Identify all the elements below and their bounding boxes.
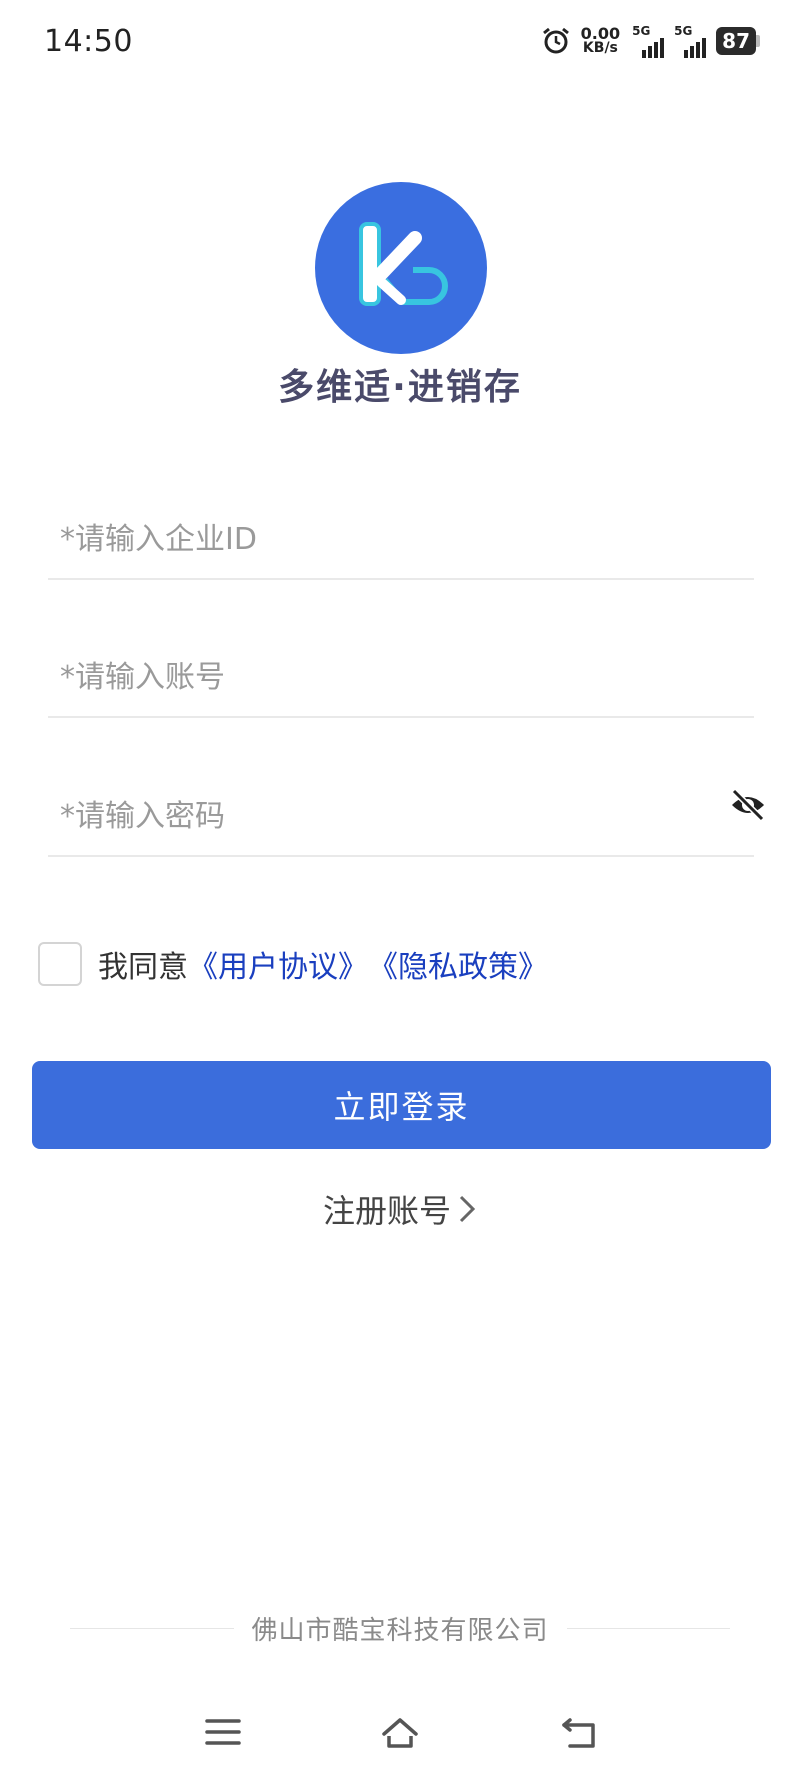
signal-sim1: 5G [632,24,665,58]
signal-sim2: 5G [674,24,707,58]
status-bar: 14:50 0.00 KB/s 5G 5G 87 [0,0,800,90]
password-field [48,775,765,857]
net-speed-unit: KB/s [582,40,618,56]
register-label: 注册账号 [322,1192,451,1230]
register-link[interactable]: 注册账号 [0,1186,800,1232]
footer-divider-right [566,1628,731,1629]
app-logo [315,182,487,354]
footer-divider-left [70,1628,234,1629]
net-speed: 0.00 KB/s [580,24,621,56]
app-title: 多维适·进销存 [278,367,522,408]
chevron-right-icon [459,1195,476,1223]
agreement-prefix: 我同意 [98,950,188,985]
battery-level: 87 [716,27,756,55]
agreement-checkbox[interactable] [38,942,82,986]
status-icons: 0.00 KB/s 5G 5G 87 [541,24,760,58]
sim2-network-type: 5G [674,24,693,38]
privacy-policy-link[interactable]: 《隐私政策》 [368,942,548,986]
company-id-field [48,498,754,580]
net-speed-value: 0.00 [580,24,621,43]
eye-off-icon[interactable] [728,785,768,825]
password-input[interactable] [58,787,682,845]
menu-icon[interactable] [203,1712,243,1752]
footer: 佛山市酷宝科技有限公司 [70,1610,731,1647]
back-icon[interactable] [560,1712,600,1752]
footer-company: 佛山市酷宝科技有限公司 [251,1616,549,1646]
alarm-clock-icon [542,27,569,54]
user-agreement-link[interactable]: 《用户协议》 [188,942,368,986]
account-field [48,636,754,718]
k-logo-icon [359,222,448,306]
battery-indicator: 87 [716,27,760,55]
login-button[interactable]: 立即登录 [32,1061,771,1149]
sim1-network-type: 5G [632,24,651,38]
system-nav-bar [0,1690,800,1778]
home-icon[interactable] [380,1712,420,1752]
account-input[interactable] [58,648,682,706]
company-id-input[interactable] [58,510,682,568]
agreement-row: 我同意 《用户协议》 《隐私政策》 [38,942,548,986]
status-time: 14:50 [44,24,133,59]
